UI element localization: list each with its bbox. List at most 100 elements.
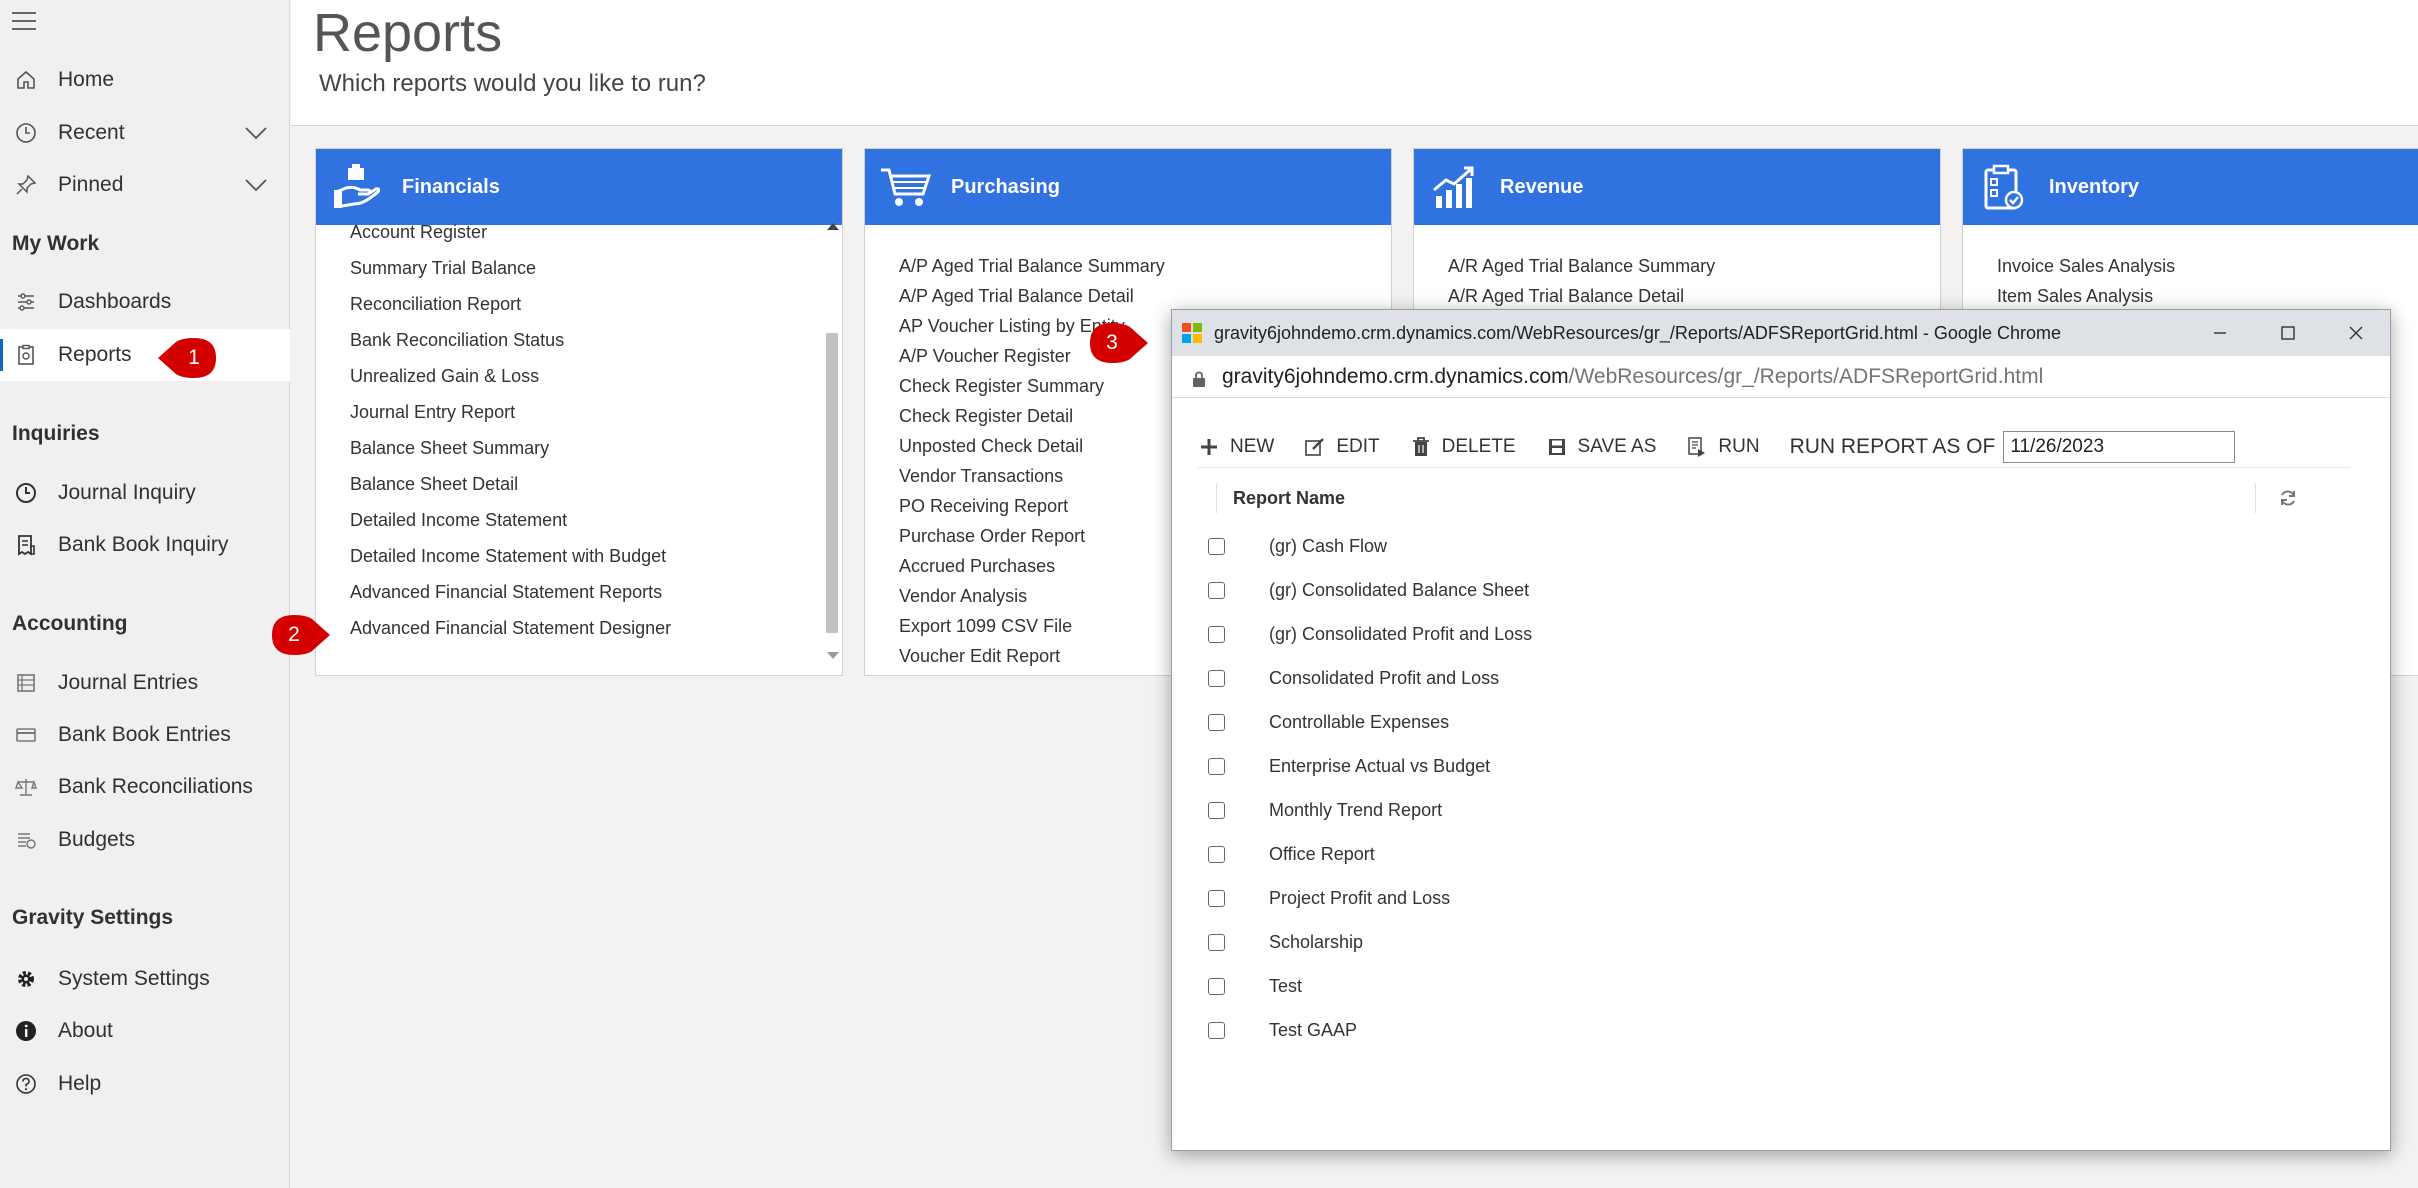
nav-pinned[interactable]: Pinned [0, 159, 290, 211]
nav-about[interactable]: About [0, 1005, 290, 1057]
report-link[interactable]: Balance Sheet Detail [350, 469, 842, 499]
nav-budgets-label: Budgets [58, 828, 136, 851]
row-checkbox[interactable] [1208, 537, 1225, 555]
table-row[interactable]: (gr) Consolidated Balance Sheet [1208, 568, 2350, 612]
row-checkbox[interactable] [1208, 757, 1225, 775]
clock-icon [12, 119, 40, 147]
callout-badge-3: 3 [1090, 323, 1148, 363]
save-as-button[interactable]: SAVE AS [1546, 436, 1656, 458]
nav-reports[interactable]: Reports [0, 329, 290, 381]
row-checkbox[interactable] [1208, 713, 1225, 731]
address-bar[interactable]: gravity6johndemo.crm.dynamics.com/WebRes… [1172, 356, 2390, 398]
nav-bank-book-entries-label: Bank Book Entries [58, 723, 231, 746]
column-divider [2255, 483, 2256, 513]
row-checkbox[interactable] [1208, 625, 1225, 643]
card-purchasing-header: Purchasing [865, 149, 1391, 225]
run-button[interactable]: RUN [1686, 435, 1760, 458]
scroll-up-arrow-icon[interactable] [827, 223, 839, 230]
column-header-report-name[interactable]: Report Name [1233, 488, 2255, 509]
report-link[interactable]: Summary Trial Balance [350, 253, 842, 283]
report-icon [12, 341, 40, 369]
table-row[interactable]: Controllable Expenses [1208, 700, 2350, 744]
report-name: Monthly Trend Report [1269, 799, 1443, 820]
scroll-down-arrow-icon[interactable] [827, 652, 839, 659]
url-host: gravity6johndemo.crm.dynamics.com [1222, 364, 1569, 388]
table-row[interactable]: Office Report [1208, 832, 2350, 876]
table-row[interactable]: Project Profit and Loss [1208, 876, 2350, 920]
report-link[interactable]: Detailed Income Statement [350, 505, 842, 535]
nav-bank-book-entries[interactable]: Bank Book Entries [0, 709, 290, 761]
report-link[interactable]: A/P Aged Trial Balance Detail [899, 281, 1391, 311]
delete-button[interactable]: DELETE [1410, 436, 1516, 458]
report-link[interactable]: Balance Sheet Summary [350, 433, 842, 463]
chevron-down-icon[interactable] [244, 122, 268, 146]
card-financials-header: Financials [316, 149, 842, 225]
table-row[interactable]: Test [1208, 964, 2350, 1008]
row-checkbox[interactable] [1208, 845, 1225, 863]
edit-button[interactable]: EDIT [1304, 436, 1380, 458]
callout-badge-1-label: 1 [188, 346, 200, 369]
report-link[interactable]: Invoice Sales Analysis [1997, 251, 2418, 281]
table-row[interactable]: Test GAAP [1208, 1008, 2350, 1052]
nav-journal-entries[interactable]: Journal Entries [0, 657, 290, 709]
row-checkbox[interactable] [1208, 889, 1225, 907]
nav-bank-reconciliations[interactable]: Bank Reconciliations [0, 761, 290, 813]
report-link[interactable]: Reconciliation Report [350, 289, 842, 319]
minimize-icon[interactable] [2186, 310, 2254, 356]
ledger-icon [12, 669, 40, 697]
popup-title-bar[interactable]: gravity6johndemo.crm.dynamics.com/WebRes… [1172, 310, 2390, 356]
nav-budgets[interactable]: Budgets [0, 814, 290, 866]
close-icon[interactable] [2322, 310, 2390, 356]
report-link[interactable]: A/R Aged Trial Balance Summary [1448, 251, 1940, 281]
nav-journal-inquiry[interactable]: Journal Inquiry [0, 467, 290, 519]
report-link[interactable]: Item Sales Analysis [1997, 281, 2418, 311]
scrollbar[interactable] [824, 217, 840, 667]
nav-system-settings[interactable]: System Settings [0, 953, 290, 1005]
nav-help[interactable]: Help [0, 1058, 290, 1110]
run-date-input[interactable] [2003, 430, 2236, 463]
receipt-icon [12, 531, 40, 559]
report-link[interactable]: Advanced Financial Statement Designer [350, 613, 842, 643]
row-checkbox[interactable] [1208, 801, 1225, 819]
row-checkbox[interactable] [1208, 581, 1225, 599]
report-link[interactable]: Detailed Income Statement with Budget [350, 541, 842, 571]
table-row[interactable]: (gr) Cash Flow [1208, 524, 2350, 568]
row-checkbox[interactable] [1208, 933, 1225, 951]
report-link[interactable]: Unrealized Gain & Loss [350, 361, 842, 391]
row-checkbox[interactable] [1208, 1021, 1225, 1039]
help-icon [12, 1070, 40, 1098]
nav-journal-inquiry-label: Journal Inquiry [58, 481, 196, 504]
report-name: Enterprise Actual vs Budget [1269, 755, 1491, 776]
maximize-icon[interactable] [2254, 310, 2322, 356]
table-row[interactable]: Consolidated Profit and Loss [1208, 656, 2350, 700]
report-name: Consolidated Profit and Loss [1269, 667, 1500, 688]
report-link[interactable]: A/P Aged Trial Balance Summary [899, 251, 1391, 281]
nav-recent[interactable]: Recent [0, 107, 290, 159]
table-row[interactable]: Scholarship [1208, 920, 2350, 964]
page-header: Reports Which reports would you like to … [291, 0, 2418, 126]
report-link[interactable]: Advanced Financial Statement Reports [350, 577, 842, 607]
table-row[interactable]: Monthly Trend Report [1208, 788, 2350, 832]
report-link[interactable]: Bank Reconciliation Status [350, 325, 842, 355]
callout-badge-3-label: 3 [1106, 331, 1118, 354]
clipboard-check-icon [1979, 162, 2029, 212]
run-button-label: RUN [1718, 435, 1760, 457]
report-link[interactable]: A/R Aged Trial Balance Detail [1448, 281, 1940, 311]
new-button[interactable]: NEW [1198, 436, 1274, 458]
scrollbar-thumb[interactable] [826, 333, 838, 633]
refresh-icon[interactable] [2276, 486, 2300, 510]
report-link[interactable]: Account Register [350, 217, 842, 247]
nav-home[interactable]: Home [0, 54, 290, 106]
report-link[interactable]: Journal Entry Report [350, 397, 842, 427]
nav-dashboards[interactable]: Dashboards [0, 276, 290, 328]
nav-bank-reconciliations-label: Bank Reconciliations [58, 775, 253, 798]
row-checkbox[interactable] [1208, 977, 1225, 995]
callout-badge-1: 1 [158, 338, 216, 378]
hamburger-menu-icon[interactable] [12, 12, 36, 30]
table-row[interactable]: Enterprise Actual vs Budget [1208, 744, 2350, 788]
table-row[interactable]: (gr) Consolidated Profit and Loss [1208, 612, 2350, 656]
row-checkbox[interactable] [1208, 669, 1225, 687]
nav-bank-book-inquiry[interactable]: Bank Book Inquiry [0, 519, 290, 571]
chevron-down-icon[interactable] [244, 174, 268, 198]
delete-button-label: DELETE [1441, 435, 1516, 457]
